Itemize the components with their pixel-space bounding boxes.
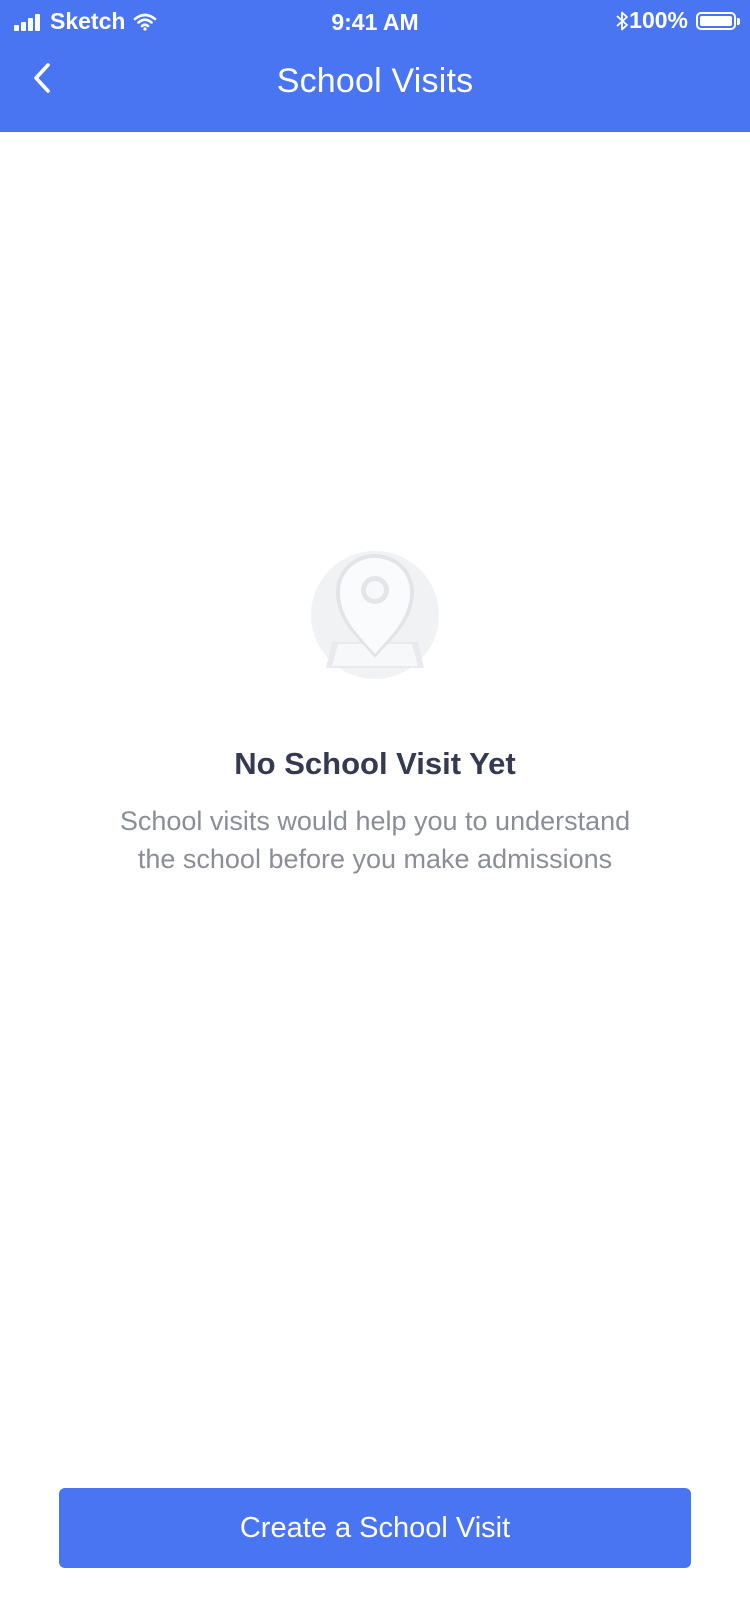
map-pin-icon — [311, 551, 439, 679]
nav-bar: School Visits — [0, 44, 750, 132]
empty-illustration — [300, 540, 450, 690]
page-title: School Visits — [276, 62, 474, 100]
bluetooth-icon — [616, 11, 629, 30]
status-right: 100% — [615, 7, 740, 34]
battery-percent: 100% — [629, 7, 688, 33]
create-school-visit-button[interactable]: Create a School Visit — [59, 1488, 691, 1568]
empty-state: No School Visit Yet School visits would … — [0, 540, 750, 878]
status-bar: Sketch 9:41 AM 100% — [0, 0, 750, 44]
empty-description: School visits would help you to understa… — [119, 806, 631, 874]
app-screen: Sketch 9:41 AM 100% School Visits No Sch… — [0, 0, 750, 1624]
header: Sketch 9:41 AM 100% School Visits — [0, 0, 750, 132]
battery-icon — [696, 11, 740, 30]
empty-title: No School Visit Yet — [234, 746, 516, 781]
